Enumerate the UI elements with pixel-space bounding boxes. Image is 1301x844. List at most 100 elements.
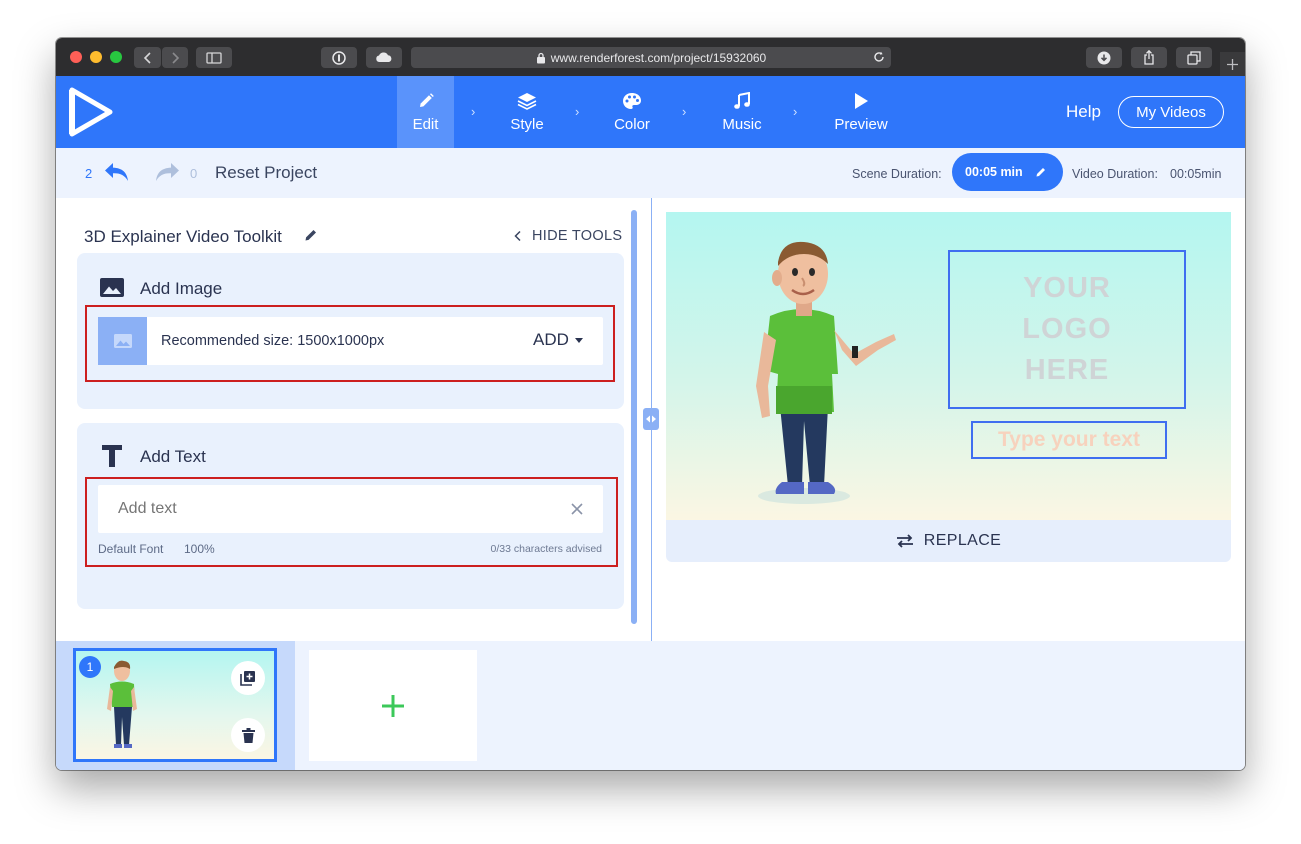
forward-button[interactable] <box>162 47 188 68</box>
nav-step-label: Edit <box>412 115 439 133</box>
scene-preview: YOUR LOGO HERE Type your text REPLACE <box>666 212 1231 562</box>
replace-button[interactable]: REPLACE <box>666 520 1231 562</box>
downloads-button[interactable] <box>1086 47 1122 68</box>
logo-placeholder[interactable]: YOUR LOGO HERE <box>948 250 1186 409</box>
layers-icon <box>517 92 537 110</box>
scene-timeline: 1 <box>56 641 1245 770</box>
pencil-icon <box>305 230 316 241</box>
scene-duration-button[interactable]: 00:05 min <box>952 153 1063 191</box>
help-link[interactable]: Help <box>1066 102 1101 122</box>
nav-step-label: Music <box>722 115 762 133</box>
nav-step-label: Preview <box>834 115 888 133</box>
video-duration-label: Video Duration: <box>1072 167 1158 181</box>
zoom-window-button[interactable] <box>110 51 122 63</box>
nav-step-preview[interactable]: Preview <box>823 76 899 148</box>
tabs-icon <box>1187 50 1201 65</box>
add-scene-button[interactable] <box>309 650 477 761</box>
chevron-right-icon: › <box>793 104 798 119</box>
music-note-icon <box>734 91 750 109</box>
duplicate-scene-button[interactable] <box>231 661 265 695</box>
share-icon <box>1144 50 1154 65</box>
logo-line: HERE <box>1024 354 1110 386</box>
chevron-right-icon: › <box>471 104 476 119</box>
plus-icon <box>1227 58 1238 70</box>
scene-number: 1 <box>86 660 94 674</box>
chevron-right-icon <box>172 51 180 64</box>
highlight-box <box>85 305 615 382</box>
browser-toolbar: www.renderforest.com/project/15932060 <box>56 38 1245 76</box>
replace-label: REPLACE <box>923 532 1002 549</box>
url-text: www.renderforest.com/project/15932060 <box>550 50 767 65</box>
preview-canvas: YOUR LOGO HERE Type your text <box>666 212 1231 520</box>
add-image-title: Add Image <box>140 279 223 298</box>
scene-duration-value: 00:05 min <box>965 165 1023 179</box>
pencil-icon <box>1036 168 1045 177</box>
character-illustration <box>756 241 896 504</box>
delete-scene-button[interactable] <box>231 718 265 752</box>
logo-line: LOGO <box>1022 313 1112 345</box>
undo-icon <box>105 163 128 181</box>
resize-arrows-icon <box>646 415 656 423</box>
chevron-right-icon: › <box>575 104 580 119</box>
new-tab-button[interactable] <box>1220 52 1245 76</box>
redo-button[interactable] <box>154 161 181 183</box>
hide-tools-label: HIDE TOOLS <box>532 228 623 244</box>
nav-step-style[interactable]: Style <box>489 76 565 148</box>
edit-title-button[interactable] <box>304 228 318 242</box>
add-text-title: Add Text <box>140 447 206 466</box>
sidebar-icon <box>206 51 222 64</box>
text-placeholder[interactable]: Type your text <box>971 421 1167 459</box>
logo-line: YOUR <box>1023 272 1111 304</box>
app-header: Edit › Style › Color › Music › Preview H… <box>56 76 1245 148</box>
close-window-button[interactable] <box>70 51 82 63</box>
image-icon <box>100 278 124 297</box>
plus-icon <box>382 694 404 717</box>
character-thumbnail <box>107 660 137 748</box>
nav-step-music[interactable]: Music <box>704 76 780 148</box>
address-bar[interactable]: www.renderforest.com/project/15932060 <box>411 47 891 68</box>
my-videos-button[interactable]: My Videos <box>1118 96 1224 128</box>
text-placeholder-label: Type your text <box>998 428 1140 451</box>
redo-count: 0 <box>190 166 198 181</box>
chevron-right-icon: › <box>682 104 687 119</box>
tabs-overview-button[interactable] <box>1176 47 1212 68</box>
logo-icon <box>69 87 113 137</box>
sidebar-toggle-button[interactable] <box>196 47 232 68</box>
text-icon <box>102 445 122 467</box>
trash-icon <box>241 727 255 743</box>
undo-count: 2 <box>85 166 93 181</box>
undo-button[interactable] <box>103 161 130 183</box>
browser-window: www.renderforest.com/project/15932060 Ed… <box>56 38 1245 770</box>
video-duration-value: 00:05min <box>1170 167 1222 181</box>
cloud-icon <box>376 52 392 62</box>
play-icon <box>855 92 868 109</box>
nav-step-label: Style <box>510 115 544 133</box>
onepassword-icon <box>332 50 346 65</box>
reload-icon[interactable] <box>873 51 885 63</box>
hide-tools-button[interactable]: HIDE TOOLS <box>514 228 622 244</box>
reset-project-link[interactable]: Reset Project <box>215 163 317 183</box>
nav-step-edit[interactable]: Edit <box>397 76 454 148</box>
password-manager-button[interactable] <box>321 47 357 68</box>
share-button[interactable] <box>1131 47 1167 68</box>
back-button[interactable] <box>134 47 161 68</box>
highlight-box <box>85 477 618 567</box>
chevron-left-icon <box>514 230 521 242</box>
scene-thumbnail[interactable]: 1 <box>73 648 277 762</box>
tools-panel: 3D Explainer Video Toolkit HIDE TOOLS Ad… <box>56 198 651 641</box>
lock-icon <box>536 52 545 63</box>
nav-step-color[interactable]: Color <box>594 76 670 148</box>
pencil-icon <box>419 92 434 107</box>
scene-duration-label: Scene Duration: <box>852 167 942 181</box>
icloud-button[interactable] <box>366 47 402 68</box>
swap-icon <box>896 534 913 548</box>
palette-icon <box>623 92 641 109</box>
chevron-left-icon <box>143 51 151 64</box>
minimize-window-button[interactable] <box>90 51 102 63</box>
download-icon <box>1097 51 1111 64</box>
panel-scrollbar[interactable] <box>631 210 637 624</box>
nav-step-label: Color <box>614 115 650 133</box>
project-title: 3D Explainer Video Toolkit <box>84 227 282 246</box>
renderforest-logo[interactable] <box>69 87 113 137</box>
resize-handle[interactable] <box>643 408 659 430</box>
